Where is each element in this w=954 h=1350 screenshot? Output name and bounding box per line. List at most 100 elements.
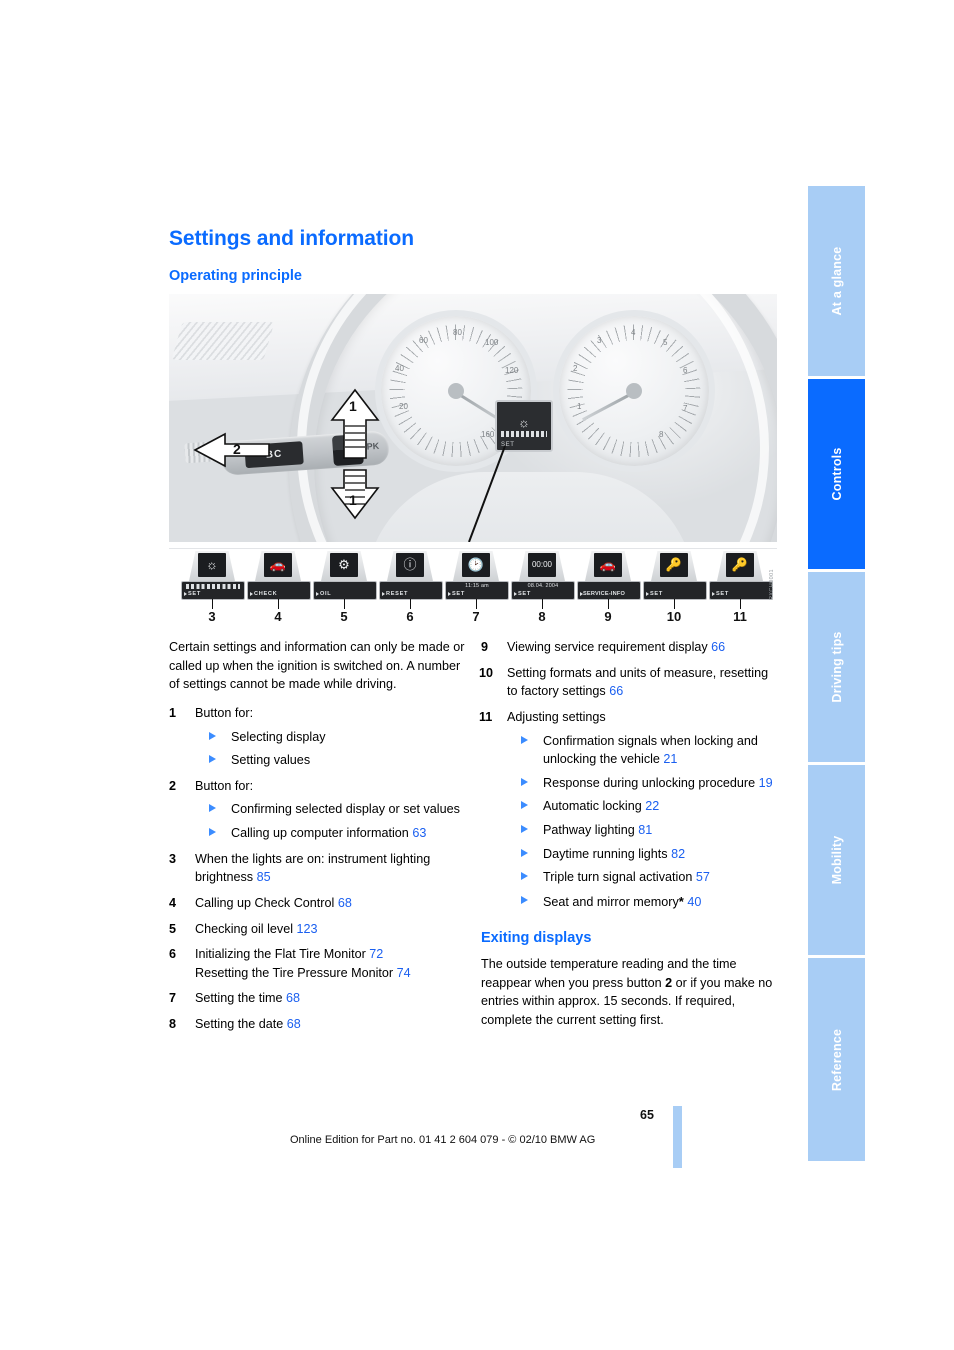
rocker-switch[interactable] [331, 433, 364, 467]
leader-line [740, 599, 741, 609]
page-marker-bar [673, 1106, 682, 1168]
sub-item-text: Automatic locking [543, 799, 642, 814]
leader-line [674, 599, 675, 609]
sub-item-text: Setting values [231, 753, 311, 768]
pk-label: PK [366, 440, 380, 452]
play-triangle-icon [645, 591, 649, 596]
sub-item: Confirming selected display or set value… [209, 800, 469, 819]
leader-line [212, 599, 213, 609]
sidebar-tab-label: At a glance [829, 246, 844, 316]
sub-item: Triple turn signal activation 57 [521, 868, 781, 887]
sidebar-tab-driving-tips[interactable]: Driving tips [808, 572, 865, 762]
list-item-9: 9 Viewing service requirement display 66 [481, 638, 781, 657]
clock-icon: 🕑 [462, 553, 490, 577]
sub-item: Setting values [209, 751, 469, 770]
callout-2-left: 2 [233, 441, 241, 457]
item-number: 2 [169, 778, 177, 793]
page-reference[interactable]: 72 [369, 947, 383, 961]
page-reference[interactable]: 68 [338, 896, 352, 910]
callout-number: 10 [666, 609, 682, 624]
exiting-displays-paragraph: The outside temperature reading and the … [481, 955, 781, 1030]
item-text: Calling up Check Control [195, 895, 335, 910]
page-reference[interactable]: 66 [609, 684, 623, 698]
lcd-label: RESET [386, 590, 409, 597]
tire-pressure-icon: ⓘ [396, 553, 424, 577]
list-item-6: 6 Initializing the Flat Tire Monitor 72 … [169, 945, 469, 982]
item-number: 6 [169, 947, 177, 962]
page-reference[interactable]: 57 [696, 870, 710, 884]
button-8-set-date: 00:00 08.04. 2004 SET [511, 551, 575, 600]
play-triangle-icon [447, 591, 451, 596]
sidebar-tab-at-a-glance[interactable]: At a glance [808, 186, 865, 376]
item-text: Button for: [195, 705, 254, 720]
page-reference[interactable]: 82 [671, 847, 685, 861]
callout-number: 7 [472, 609, 480, 624]
callout-number: 11 [733, 609, 747, 624]
page-title: Settings and information [169, 227, 414, 250]
sidebar-tab-reference[interactable]: Reference [808, 958, 865, 1161]
play-triangle-icon [249, 591, 253, 596]
list-item-1: 1 Button for: Selecting display Setting … [169, 704, 469, 770]
play-triangle-icon [315, 591, 319, 596]
play-triangle-icon [183, 591, 187, 596]
item-text: Viewing service requirement display [507, 640, 708, 654]
sub-item: Pathway lighting 81 [521, 821, 781, 840]
item-text-second-line: Resetting the Tire Pressure Monitor [195, 965, 394, 980]
page-reference[interactable]: 123 [297, 922, 318, 936]
date-display-icon: 00:00 [528, 553, 556, 577]
sub-item-text: Confirmation signals when locking and un… [543, 733, 758, 767]
page-reference[interactable]: 19 [759, 776, 773, 790]
list-item-7: 7 Setting the time 68 [169, 989, 469, 1008]
page-reference[interactable]: 22 [645, 799, 659, 813]
page-reference[interactable]: 66 [711, 640, 725, 654]
sub-item-text: Response during unlocking procedure [543, 775, 756, 790]
sidebar-tab-label: Controls [829, 447, 844, 501]
intro-paragraph: Certain settings and information can onl… [169, 640, 465, 692]
section-tab-rail: At a glance Controls Driving tips Mobili… [808, 186, 865, 1161]
sidebar-tab-label: Driving tips [829, 631, 844, 703]
item-number: 8 [169, 1017, 177, 1031]
button-lcd: RESET [379, 581, 443, 600]
bc-button[interactable]: BC [244, 441, 304, 469]
callout-number: 4 [274, 609, 282, 624]
page-reference[interactable]: 21 [663, 752, 677, 766]
sidebar-tab-label: Reference [829, 1028, 844, 1091]
bullet-triangle-icon [521, 735, 528, 744]
sub-item-text: Seat and mirror memory [543, 894, 679, 909]
sub-item-text: Triple turn signal activation [543, 870, 693, 885]
item-text: Setting the date [195, 1017, 284, 1031]
sub-item: Confirmation signals when locking and un… [521, 732, 781, 769]
page-reference[interactable]: 74 [397, 966, 411, 980]
page-reference[interactable]: 68 [286, 991, 300, 1005]
callout-number: 5 [340, 609, 348, 624]
sidebar-tab-controls[interactable]: Controls [808, 379, 865, 569]
item-text: Initializing the Flat Tire Monitor [195, 947, 366, 962]
sub-item: Daytime running lights 82 [521, 845, 781, 864]
sidebar-tab-mobility[interactable]: Mobility [808, 765, 865, 955]
leader-line [344, 599, 345, 609]
play-triangle-icon [711, 591, 715, 596]
button-10-formats-units: 🔑 SET [643, 551, 707, 600]
page-reference[interactable]: 68 [287, 1017, 301, 1031]
brightness-icon: ☼ [198, 553, 226, 577]
page-reference[interactable]: 40 [687, 895, 701, 909]
lcd-value: 11:15 am [465, 582, 489, 589]
list-item-10: 10 Setting formats and units of measure,… [479, 664, 781, 701]
body-column-right: 9 Viewing service requirement display 66… [479, 638, 781, 1039]
sub-item: Seat and mirror memory* 40 [521, 892, 781, 912]
item-number: 5 [169, 921, 177, 936]
item-text: Setting formats and units of measure, re… [507, 665, 769, 699]
item-number: 4 [169, 895, 177, 910]
list-item-11: 11 Adjusting settings Confirmation signa… [479, 708, 781, 912]
list-item-8: 8 Setting the date 68 [169, 1015, 469, 1034]
lcd-label: SET [188, 590, 201, 597]
page-reference[interactable]: 63 [412, 826, 426, 840]
leader-line [476, 599, 477, 609]
footer-copyright: Online Edition for Part no. 01 41 2 604 … [290, 1134, 596, 1146]
item-text: When the lights are on: instrument light… [195, 851, 431, 885]
page-reference[interactable]: 81 [638, 823, 652, 837]
bullet-triangle-icon [521, 777, 528, 786]
page-reference[interactable]: 85 [257, 870, 271, 884]
leader-line [608, 599, 609, 609]
button-lcd: 11:15 am SET [445, 581, 509, 600]
